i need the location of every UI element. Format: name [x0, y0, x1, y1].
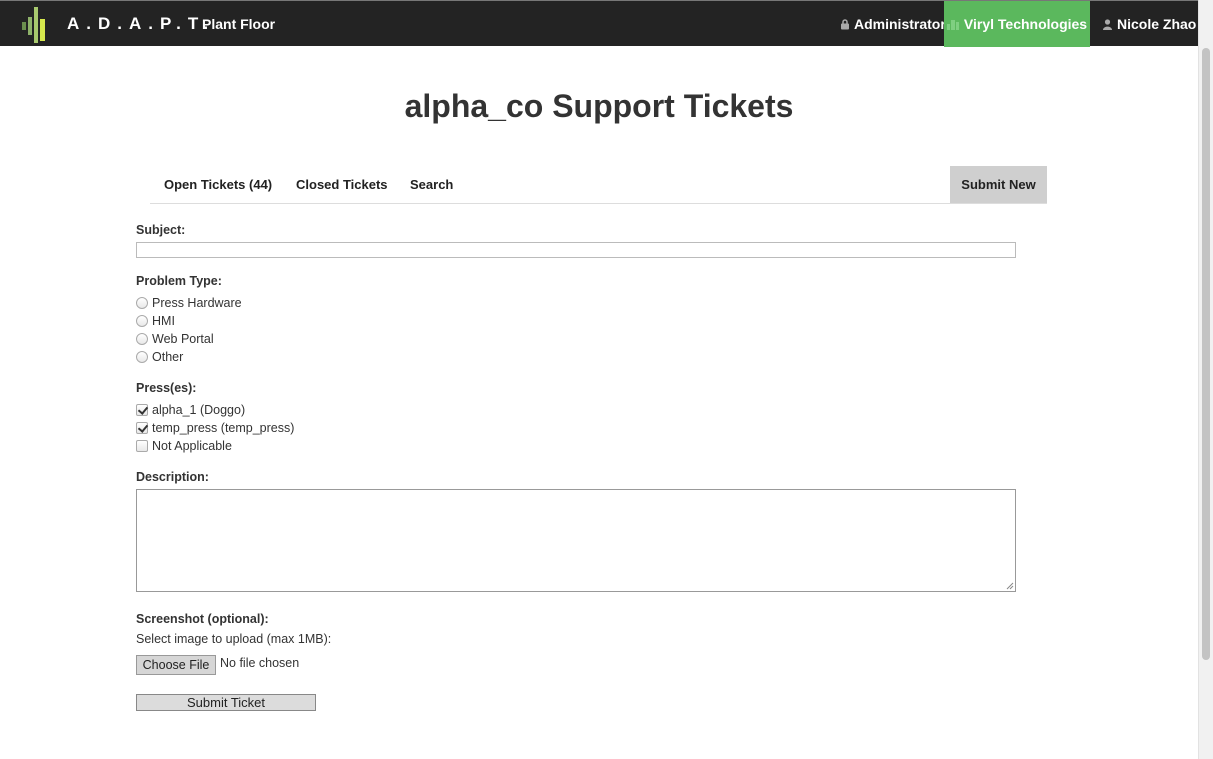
tab-closed-tickets[interactable]: Closed Tickets	[296, 177, 388, 192]
radio-press-hardware[interactable]	[136, 297, 148, 309]
checkbox-not-applicable[interactable]	[136, 440, 148, 452]
top-navbar: A.D.A.P.T. Plant Floor Administrator Vir…	[0, 0, 1198, 47]
checkbox-alpha-1[interactable]	[136, 404, 148, 416]
problem-type-label: Problem Type:	[136, 274, 222, 288]
subject-input[interactable]	[136, 242, 1016, 258]
ticket-tabs: Open Tickets (44) Closed Tickets Search …	[150, 166, 1047, 204]
nav-user[interactable]: Nicole Zhao	[1103, 16, 1196, 32]
scrollbar-thumb[interactable]	[1202, 48, 1210, 660]
radio-web-portal[interactable]	[136, 333, 148, 345]
radio-other[interactable]	[136, 351, 148, 363]
screenshot-hint: Select image to upload (max 1MB):	[136, 632, 332, 646]
tab-submit-new[interactable]: Submit New	[950, 166, 1047, 203]
radio-hmi[interactable]	[136, 315, 148, 327]
problem-type-option[interactable]: Other	[136, 350, 183, 364]
choose-file-button[interactable]: Choose File	[136, 655, 216, 675]
user-icon	[1103, 18, 1112, 30]
subject-label: Subject:	[136, 223, 186, 237]
tab-search[interactable]: Search	[410, 177, 453, 192]
problem-type-option[interactable]: Web Portal	[136, 332, 214, 346]
nav-plant-floor[interactable]: Plant Floor	[202, 16, 275, 32]
press-option[interactable]: Not Applicable	[136, 439, 232, 453]
press-option[interactable]: temp_press (temp_press)	[136, 421, 294, 435]
checkbox-temp-press[interactable]	[136, 422, 148, 434]
resize-handle-icon[interactable]	[1006, 582, 1014, 590]
press-option[interactable]: alpha_1 (Doggo)	[136, 403, 245, 417]
option-label: Press Hardware	[152, 296, 242, 310]
nav-admin[interactable]: Administrator	[840, 16, 946, 32]
lock-icon	[841, 18, 849, 29]
nav-user-label: Nicole Zhao	[1117, 16, 1197, 32]
vertical-scrollbar[interactable]	[1198, 0, 1213, 759]
building-icon	[946, 19, 959, 30]
brand-name[interactable]: A.D.A.P.T.	[67, 14, 215, 34]
tab-open-tickets[interactable]: Open Tickets (44)	[164, 177, 272, 192]
option-label: HMI	[152, 314, 175, 328]
description-textarea[interactable]	[136, 489, 1016, 592]
option-label: alpha_1 (Doggo)	[152, 403, 246, 417]
option-label: temp_press (temp_press)	[152, 421, 295, 435]
option-label: Not Applicable	[152, 439, 232, 453]
option-label: Other	[152, 350, 184, 364]
page-title: alpha_co Support Tickets	[404, 88, 794, 124]
option-label: Web Portal	[152, 332, 214, 346]
nav-admin-label: Administrator	[854, 16, 946, 32]
presses-label: Press(es):	[136, 381, 197, 395]
submit-ticket-button[interactable]: Submit Ticket	[136, 694, 316, 711]
nav-company-label: Viryl Technologies	[963, 16, 1088, 32]
adapt-logo-icon[interactable]	[22, 7, 48, 43]
problem-type-option[interactable]: HMI	[136, 314, 175, 328]
no-file-text: No file chosen	[220, 656, 300, 670]
screenshot-label: Screenshot (optional):	[136, 612, 269, 626]
nav-company[interactable]: Viryl Technologies	[944, 1, 1090, 47]
description-label: Description:	[136, 470, 209, 484]
problem-type-option[interactable]: Press Hardware	[136, 296, 242, 310]
